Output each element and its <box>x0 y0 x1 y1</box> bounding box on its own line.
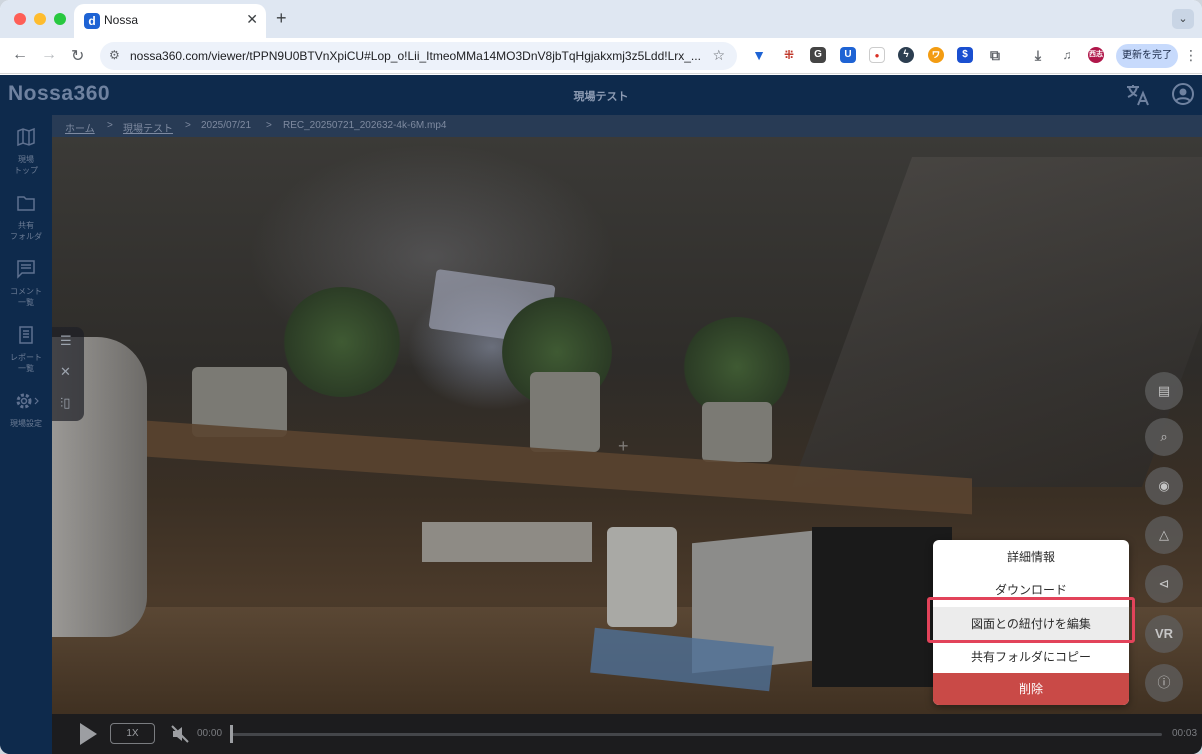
forward-icon[interactable]: → <box>41 46 57 64</box>
list-icon[interactable]: ☰ <box>60 333 72 349</box>
menu-item-details[interactable]: 詳細情報 <box>933 540 1129 574</box>
current-time: 00:00 <box>197 728 223 739</box>
playback-speed-button[interactable]: 1X <box>110 723 155 744</box>
extension-orange-icon[interactable]: ヮ <box>928 47 944 63</box>
extension-bolt-icon[interactable]: ϟ <box>898 47 914 63</box>
update-button[interactable]: 更新を完了 <box>1116 44 1178 68</box>
extension-grid-icon[interactable]: ⁜ <box>781 47 797 63</box>
address-bar[interactable]: ⚙ nossa360.com/viewer/tPPN9U0BTVnXpiCU#L… <box>100 42 737 70</box>
browser-window: d Nossa ✕ + ⌄ ← → ↻ ⚙ nossa360.com/viewe… <box>0 0 1202 754</box>
sidebar-item-site-settings[interactable]: 現場設定 <box>0 391 52 429</box>
profile-avatar[interactable]: 西志 <box>1088 47 1104 63</box>
panorama-adapter <box>607 527 677 627</box>
sidebar-item-reports[interactable]: レポート 一覧 <box>0 325 52 374</box>
crosshair-icon: + <box>618 436 629 456</box>
mute-icon[interactable] <box>170 724 190 744</box>
tab-title: Nossa <box>104 13 139 27</box>
comment-icon <box>17 260 35 279</box>
duration: 00:03 <box>1172 728 1198 739</box>
download-icon[interactable]: ⤓ <box>1030 47 1046 63</box>
highlight-annotation <box>927 597 1135 643</box>
floating-toolbox: ☰ ✕ ⫶▯ <box>52 327 84 421</box>
browser-tab[interactable]: d Nossa ✕ <box>74 4 266 38</box>
panorama-outlet <box>422 522 592 562</box>
megaphone-icon[interactable]: ⊲ <box>1145 565 1183 603</box>
window-controls <box>14 13 66 25</box>
comment-icon[interactable]: ▤ <box>1145 372 1183 410</box>
account-icon[interactable] <box>1171 82 1195 106</box>
panorama-wall <box>791 157 1202 487</box>
sidebar-item-label: 共有 フォルダ <box>10 221 42 241</box>
seek-bar[interactable] <box>232 733 1162 736</box>
breadcrumb-site[interactable]: 現場テスト <box>123 120 173 135</box>
reload-icon[interactable]: ↻ <box>71 46 84 66</box>
extension-blue-icon[interactable]: $ <box>957 47 973 63</box>
sidebar-item-comments[interactable]: コメント 一覧 <box>0 259 52 308</box>
play-icon[interactable] <box>80 723 97 745</box>
extension-vee-icon[interactable]: ▼ <box>751 47 767 63</box>
sidebar-item-site-top[interactable]: 現場 トップ <box>0 127 52 176</box>
sidebar-item-label: 現場 トップ <box>14 155 38 175</box>
map-icon <box>17 127 35 147</box>
pen-icon[interactable]: △ <box>1145 516 1183 554</box>
sidebar-item-label: コメント 一覧 <box>10 287 42 307</box>
seek-thumb[interactable] <box>230 725 233 743</box>
eye-icon[interactable]: ◉ <box>1145 467 1183 505</box>
breadcrumb-file: REC_20250721_202632-4k-6M.mp4 <box>283 120 447 131</box>
search-comment-icon[interactable]: ⌕ <box>1145 418 1183 456</box>
panorama-plant <box>282 287 402 397</box>
maximize-window-button[interactable] <box>54 13 66 25</box>
breadcrumb-home[interactable]: ホーム <box>65 120 95 135</box>
vr-button[interactable]: VR <box>1145 615 1183 653</box>
app-root: Nossa360 現場テスト 現場 トップ 共有 フォルダ コメント 一覧 レポ… <box>0 75 1202 754</box>
menu-item-delete[interactable]: 削除 <box>933 673 1129 705</box>
minimize-window-button[interactable] <box>34 13 46 25</box>
site-info-icon[interactable]: ⚙ <box>109 48 120 62</box>
breadcrumb-date: 2025/07/21 <box>201 120 252 131</box>
info-icon[interactable]: ⓘ <box>1145 664 1183 702</box>
panel-toggle-icon[interactable]: ⫶▯ <box>60 395 70 411</box>
close-window-button[interactable] <box>14 13 26 25</box>
tab-search-icon[interactable]: ⌄ <box>1172 9 1194 29</box>
menu-item-copy-to-shared-folder[interactable]: 共有フォルダにコピー <box>933 640 1129 674</box>
sidebar-item-shared-folder[interactable]: 共有 フォルダ <box>0 193 52 242</box>
translate-icon[interactable] <box>1125 83 1151 107</box>
app-header: Nossa360 現場テスト <box>0 75 1202 115</box>
url-text[interactable]: nossa360.com/viewer/tPPN9U0BTVnXpiCU#Lop… <box>130 49 700 63</box>
extension-g-icon[interactable]: G <box>810 47 826 63</box>
panorama-pot <box>702 402 772 462</box>
extensions-puzzle-icon[interactable]: ⧉ <box>987 47 1003 63</box>
breadcrumb-separator: > <box>185 120 191 131</box>
report-icon <box>19 326 33 344</box>
sidebar-item-label: 現場設定 <box>10 419 42 428</box>
more-menu-icon[interactable]: ⋮ <box>1184 47 1198 64</box>
close-icon[interactable]: ✕ <box>246 11 258 28</box>
panorama-pot <box>530 372 600 452</box>
sidebar: 現場 トップ 共有 フォルダ コメント 一覧 レポート 一覧 現場設定 <box>0 115 52 754</box>
gear-icon <box>16 393 39 409</box>
new-tab-icon[interactable]: + <box>276 8 287 29</box>
player-controls: 1X 00:00 00:03 <box>52 714 1202 754</box>
breadcrumb-separator: > <box>107 120 113 131</box>
close-icon[interactable]: ✕ <box>60 364 71 380</box>
tab-bar: d Nossa ✕ + ⌄ <box>0 0 1202 38</box>
back-icon[interactable]: ← <box>12 46 28 64</box>
extension-shield-icon[interactable]: U <box>840 47 856 63</box>
breadcrumb-separator: > <box>266 120 272 131</box>
favicon-icon: d <box>84 13 100 29</box>
media-control-icon[interactable]: ♫ <box>1059 47 1075 63</box>
sidebar-item-label: レポート 一覧 <box>10 353 42 373</box>
bookmark-star-icon[interactable]: ☆ <box>712 47 725 64</box>
page-title: 現場テスト <box>573 91 629 103</box>
extension-record-icon[interactable]: ● <box>869 47 885 63</box>
breadcrumb: ホーム > 現場テスト > 2025/07/21 > REC_20250721_… <box>52 115 1202 137</box>
browser-toolbar: ← → ↻ ⚙ nossa360.com/viewer/tPPN9U0BTVnX… <box>0 38 1202 74</box>
folder-icon <box>17 196 35 211</box>
